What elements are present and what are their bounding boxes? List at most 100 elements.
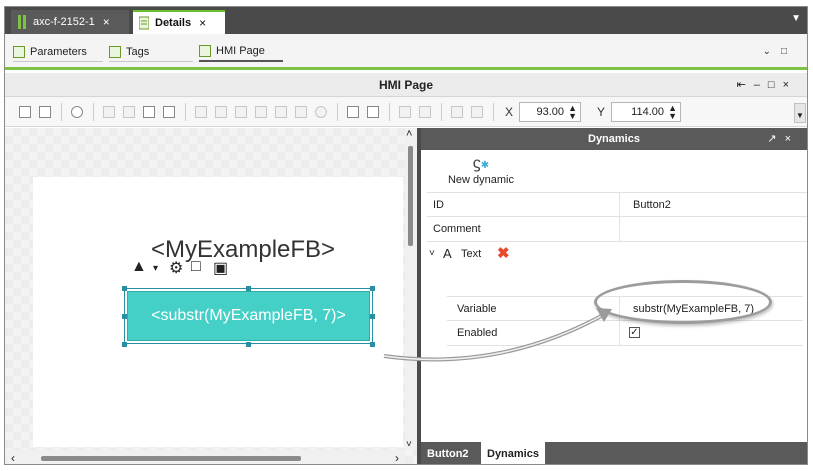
resize-handle[interactable] (246, 342, 251, 347)
chevron-down-icon[interactable]: ▼ (791, 13, 801, 24)
spinner-icon[interactable]: ▲ ▼ (568, 104, 577, 121)
separator (441, 103, 442, 121)
send-back-icon[interactable] (123, 106, 135, 118)
search-icon[interactable] (71, 106, 83, 118)
align-left-icon[interactable] (195, 106, 207, 118)
separator (93, 103, 94, 121)
same-height-icon[interactable] (419, 106, 431, 118)
enabled-checkbox[interactable]: ✓ (629, 327, 640, 338)
rotate-icon[interactable] (315, 106, 327, 118)
x-value: 93.00 (536, 106, 564, 118)
tab-label: Tags (126, 45, 150, 58)
scroll-thumb[interactable] (408, 146, 413, 246)
chevron-left-icon[interactable]: ‹ (11, 451, 15, 464)
tab-button2[interactable]: Button2 (421, 442, 475, 464)
property-key: ID (433, 199, 444, 211)
forward-icon[interactable] (143, 106, 155, 118)
property-row-enabled[interactable]: Enabled ✓ (447, 321, 803, 346)
resize-handle[interactable] (246, 286, 251, 291)
editor-tab-bar: Parameters Tags HMI Page ⌄□ (5, 34, 807, 70)
tab-parameters[interactable]: Parameters (13, 42, 103, 62)
spinner-icon[interactable]: ▲ ▼ (668, 104, 677, 121)
same-width-icon[interactable] (399, 106, 411, 118)
tab-tags[interactable]: Tags (109, 42, 193, 62)
separator (493, 103, 494, 121)
tab-dynamics[interactable]: Dynamics (481, 442, 545, 464)
align-right-icon[interactable] (235, 106, 247, 118)
hmi-button-element[interactable]: <substr(MyExampleFB, 7)> (127, 291, 370, 341)
y-value: 114.00 (631, 106, 664, 118)
panel-controls[interactable]: ⌄□ (763, 46, 797, 57)
divider (619, 321, 620, 346)
chevron-down-icon[interactable]: ˅ (406, 439, 412, 450)
resize-handle[interactable] (370, 286, 375, 291)
group-icon[interactable] (451, 106, 463, 118)
chevron-right-icon[interactable]: › (395, 451, 399, 464)
new-dynamic-label: New dynamic (447, 174, 515, 186)
chart-icon[interactable]: □ (191, 258, 201, 276)
property-value[interactable]: Button2 (633, 199, 671, 211)
window-controls[interactable]: ⇤–□× (737, 78, 797, 91)
tab-axc-f-2152-1[interactable]: axc-f-2152-1 × (11, 10, 129, 34)
delete-icon[interactable]: ✖ (497, 244, 510, 262)
property-row-id[interactable]: ID Button2 (427, 192, 807, 218)
lock-icon[interactable]: ▣ (213, 258, 228, 278)
panel-controls[interactable]: ↗× (767, 128, 799, 150)
divider (619, 193, 620, 218)
align-center-icon[interactable] (215, 106, 227, 118)
highlight-oval (594, 280, 772, 324)
resize-handle[interactable] (370, 314, 375, 319)
align-bottom-icon[interactable] (295, 106, 307, 118)
document-tab-bar: axc-f-2152-1 × Details × ▼ (5, 7, 807, 34)
bring-front-icon[interactable] (103, 106, 115, 118)
separator (185, 103, 186, 121)
y-coordinate-input[interactable]: 114.00 ▲ ▼ (611, 102, 681, 122)
chevron-down-icon[interactable]: ˅ (429, 248, 435, 259)
ungroup-icon[interactable] (471, 106, 483, 118)
gear-icon[interactable]: ⚙ (169, 258, 183, 278)
distribute-h-icon[interactable] (347, 106, 359, 118)
dynamics-footer-tabs: Button2 Dynamics (421, 442, 807, 464)
close-icon[interactable]: × (199, 16, 206, 30)
x-coordinate-input[interactable]: 93.00 ▲ ▼ (519, 102, 581, 122)
separator (389, 103, 390, 121)
property-key: Variable (457, 303, 497, 315)
resize-handle[interactable] (370, 342, 375, 347)
close-icon[interactable]: × (103, 15, 110, 29)
distribute-v-icon[interactable] (367, 106, 379, 118)
resize-handle[interactable] (122, 342, 127, 347)
property-key: Enabled (457, 327, 498, 339)
frame-icon[interactable] (39, 106, 51, 118)
fill-color-icon[interactable]: ▲ (131, 258, 147, 276)
resize-handle[interactable] (122, 314, 127, 319)
parameters-icon (13, 45, 25, 58)
grid-icon[interactable] (19, 106, 31, 118)
tab-label: axc-f-2152-1 (33, 16, 95, 28)
hmi-canvas[interactable]: <MyExampleFB> ▲ ▾ ⚙ □ ▣ <substr(MyExampl… (5, 128, 419, 464)
tab-label: HMI Page (216, 45, 265, 57)
y-label: Y (597, 105, 606, 119)
resize-handle[interactable] (122, 286, 127, 291)
vertical-scrollbar[interactable]: ˄ ˅ (405, 128, 417, 450)
chevron-up-icon[interactable]: ˄ (406, 128, 412, 140)
separator (61, 103, 62, 121)
text-icon: A (443, 246, 452, 261)
chevron-down-icon[interactable]: ▾ (153, 263, 158, 274)
x-label: X (505, 105, 514, 119)
backward-icon[interactable] (163, 106, 175, 118)
tab-details[interactable]: Details × (133, 10, 225, 34)
align-top-icon[interactable] (255, 106, 267, 118)
tags-icon (109, 45, 121, 58)
property-row-comment[interactable]: Comment (427, 217, 807, 242)
hmi-page-header: HMI Page ⇤–□× (5, 73, 807, 97)
separator (337, 103, 338, 121)
hmi-page-icon (199, 45, 211, 57)
dynamic-group-text[interactable]: ˅ A Text ✖ (427, 244, 807, 266)
tab-hmi-page[interactable]: HMI Page (199, 42, 283, 62)
element-mini-toolbar: ▲ ▾ ⚙ □ ▣ (131, 258, 237, 278)
horizontal-scrollbar[interactable]: ‹ › (5, 450, 405, 464)
new-dynamic-button[interactable]: ϛ✱ New dynamic (441, 156, 521, 187)
scroll-thumb[interactable] (41, 456, 301, 461)
toolbar-overflow[interactable]: ▼ (794, 103, 806, 123)
align-middle-icon[interactable] (275, 106, 287, 118)
